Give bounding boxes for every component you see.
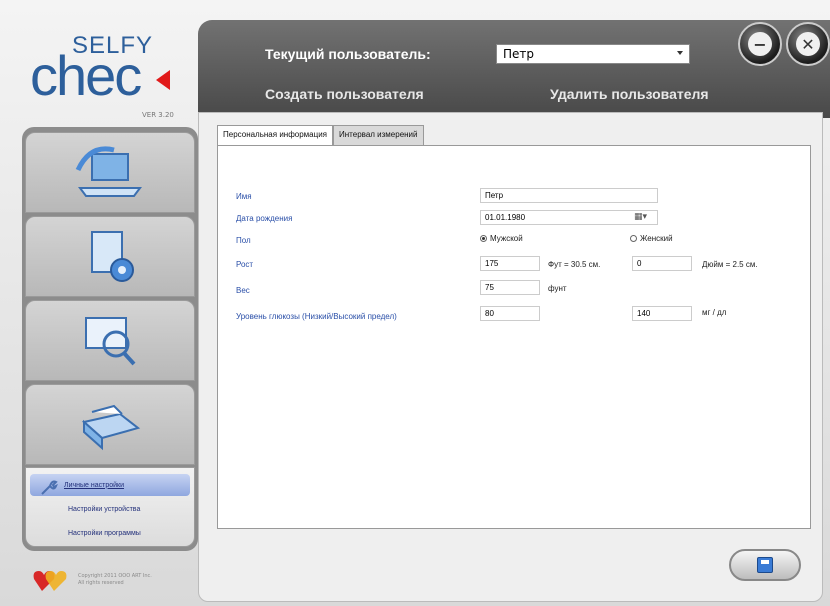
- current-user-value: Петр: [503, 47, 535, 61]
- wrench-icon: [41, 480, 58, 495]
- copyright-area: Copyright 2011 OOO ART Inc. All rights r…: [32, 565, 202, 595]
- logo-arrow-icon: [156, 70, 170, 90]
- printer-icon: [81, 404, 141, 450]
- height-label: Рост: [236, 260, 254, 269]
- app-logo: SELFY chec VER 3.20: [22, 20, 202, 120]
- sex-female-radio[interactable]: Женский: [630, 234, 673, 243]
- radio-checked-icon: [480, 235, 487, 242]
- logo-check-text: chec: [30, 44, 142, 107]
- sidebar-button-print[interactable]: [25, 384, 195, 465]
- tab-bar: Персональная информация Интервал измерен…: [217, 125, 424, 146]
- sex-male-label: Мужской: [490, 234, 523, 243]
- radio-unchecked-icon: [630, 235, 637, 242]
- name-field[interactable]: Петр: [480, 188, 658, 203]
- glucose-high-field[interactable]: 140: [632, 306, 692, 321]
- chevron-down-icon: [677, 51, 683, 55]
- sidebar-button-settings[interactable]: [25, 216, 195, 297]
- current-user-label: Текущий пользователь:: [265, 46, 431, 62]
- laptop-icon: [75, 146, 142, 197]
- height-inch-note: Дюйм = 2.5 см.: [702, 260, 758, 269]
- height-inch-field[interactable]: 0: [632, 256, 692, 271]
- sex-male-radio[interactable]: Мужской: [480, 234, 523, 243]
- close-icon: ✕: [796, 32, 820, 56]
- document-settings-icon: [91, 230, 134, 282]
- current-user-select[interactable]: Петр: [496, 44, 690, 64]
- delete-user-button[interactable]: Удалить пользователя: [550, 86, 709, 102]
- dob-label: Дата рождения: [236, 214, 293, 223]
- create-user-button[interactable]: Создать пользователя: [265, 86, 424, 102]
- weight-unit: фунт: [548, 284, 567, 293]
- header-bar: Текущий пользователь: Петр Создать польз…: [198, 20, 830, 118]
- close-button[interactable]: ✕: [786, 22, 830, 66]
- sex-label: Пол: [236, 236, 251, 245]
- save-button[interactable]: [729, 549, 801, 581]
- floppy-disk-icon: [757, 557, 773, 573]
- hearts-logo-icon: [33, 571, 67, 591]
- name-label: Имя: [236, 192, 252, 201]
- settings-submenu: Личные настройки Настройки устройства На…: [25, 467, 195, 547]
- height-feet-field[interactable]: 175: [480, 256, 540, 271]
- calendar-icon[interactable]: ▦▾: [634, 212, 647, 222]
- version-label: VER 3.20: [142, 111, 174, 119]
- weight-label: Вес: [236, 286, 250, 295]
- selfycheck-window: SELFY chec VER 3.20 Текущий пользователь…: [0, 0, 830, 606]
- submenu-item-device[interactable]: Настройки устройства: [30, 498, 190, 520]
- sidebar-button-measurement[interactable]: [25, 132, 195, 213]
- tab-personal-info[interactable]: Персональная информация: [217, 125, 334, 146]
- sidebar-button-analysis[interactable]: [25, 300, 195, 381]
- copyright-line-2: All rights reserved: [78, 579, 124, 586]
- glucose-label: Уровень глюкозы (Низкий/Высокий предел): [236, 312, 397, 321]
- submenu-item-program[interactable]: Настройки программы: [30, 522, 190, 544]
- height-feet-note: Фут = 30.5 см.: [548, 260, 601, 269]
- sidebar: Личные настройки Настройки устройства На…: [22, 127, 198, 551]
- sex-female-label: Женский: [640, 234, 673, 243]
- glucose-unit: мг / дл: [702, 308, 727, 317]
- content-area: Персональная информация Интервал измерен…: [198, 112, 823, 602]
- tab-measurement-interval[interactable]: Интервал измерений: [333, 125, 424, 145]
- dob-field[interactable]: 01.01.1980: [480, 210, 658, 225]
- glucose-low-field[interactable]: 80: [480, 306, 540, 321]
- minimize-icon: −: [748, 32, 772, 56]
- weight-field[interactable]: 75: [480, 280, 540, 295]
- search-chart-icon: [85, 316, 136, 365]
- minimize-button[interactable]: −: [738, 22, 782, 66]
- personal-info-panel: Имя Петр Дата рождения 01.01.1980 ▦▾ Пол…: [217, 145, 811, 529]
